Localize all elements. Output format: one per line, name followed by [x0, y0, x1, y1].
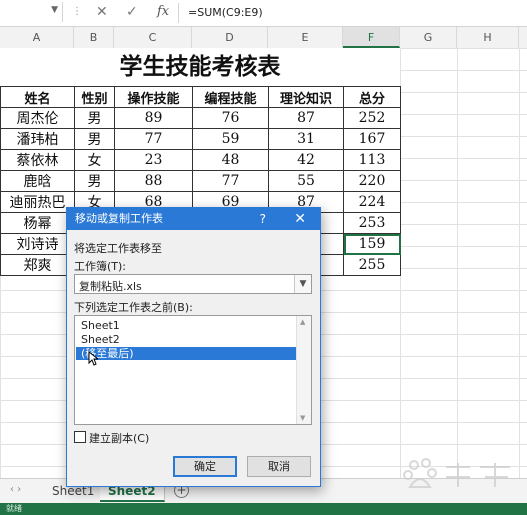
cell[interactable]: 杨幂	[0, 212, 75, 234]
column-headers: A B C D E F G H	[0, 27, 527, 49]
watermark-logo-icon	[403, 458, 510, 488]
header-cell[interactable]: 性别	[74, 86, 115, 108]
create-copy-checkbox[interactable]	[74, 431, 86, 443]
list-item-sheet2[interactable]: Sheet2	[76, 333, 301, 346]
workbook-label: 工作簿(T):	[74, 260, 127, 273]
cell[interactable]: 76	[192, 107, 269, 129]
close-icon[interactable]: ✕	[294, 208, 306, 230]
cell[interactable]: 男	[74, 107, 115, 129]
column-header-e[interactable]: E	[268, 27, 343, 48]
cancel-formula-button[interactable]: ✕	[96, 4, 108, 20]
tab-scroll-arrows[interactable]: ‹ ›	[10, 484, 21, 495]
column-header-f[interactable]: F	[343, 27, 400, 48]
cell[interactable]: 253	[343, 212, 401, 234]
cell[interactable]: 31	[268, 128, 344, 150]
workbook-select[interactable]: 复制粘贴.xls ▼	[74, 274, 312, 294]
chevron-down-icon[interactable]: ▼	[51, 5, 58, 15]
insert-function-button[interactable]: fx	[157, 4, 169, 19]
cell[interactable]: 77	[192, 170, 269, 192]
sheet-title[interactable]: 学生技能考核表	[0, 48, 400, 86]
cell[interactable]: 167	[343, 128, 401, 150]
scroll-up-icon[interactable]: ▲	[300, 318, 305, 326]
table-row: 潘玮柏 男 77 59 31 167	[0, 128, 401, 150]
table-row: 周杰伦 男 89 76 87 252	[0, 107, 401, 129]
cell[interactable]: 113	[343, 149, 401, 171]
before-sheet-label: 下列选定工作表之前(B):	[74, 301, 193, 314]
column-header-c[interactable]: C	[114, 27, 192, 48]
formula-bar: ▼ ⋮ ✕ ✓ fx =SUM(C9:E9)	[0, 0, 527, 27]
cell[interactable]: 252	[343, 107, 401, 129]
ok-button[interactable]: 确定	[173, 456, 237, 477]
cell[interactable]: 女	[74, 149, 115, 171]
header-cell[interactable]: 总分	[343, 86, 401, 108]
dialog-title-bar[interactable]: 移动或复制工作表 ? ✕	[67, 208, 320, 230]
mouse-cursor-icon	[88, 351, 98, 366]
header-cell[interactable]: 理论知识	[268, 86, 344, 108]
workbook-value: 复制粘贴.xls	[79, 280, 142, 293]
header-cell[interactable]: 姓名	[0, 86, 75, 108]
grid-line	[519, 48, 520, 478]
list-item-sheet1[interactable]: Sheet1	[76, 319, 301, 332]
dialog-title: 移动或复制工作表	[75, 212, 163, 225]
listbox-scrollbar[interactable]: ▲ ▼	[296, 316, 311, 424]
sheet-listbox[interactable]: Sheet1 Sheet2 (移至最后) ▲ ▼	[74, 315, 312, 425]
enter-formula-button[interactable]: ✓	[126, 4, 138, 20]
list-item-move-to-end[interactable]: (移至最后)	[76, 347, 301, 360]
scroll-down-icon[interactable]: ▼	[300, 414, 305, 422]
cell[interactable]: 224	[343, 191, 401, 213]
status-text: 就绪	[6, 504, 22, 513]
status-bar: 就绪	[0, 503, 527, 515]
column-header-b[interactable]: B	[74, 27, 114, 48]
column-header-h[interactable]: H	[457, 27, 519, 48]
cell[interactable]: 89	[114, 107, 193, 129]
help-button[interactable]: ?	[260, 208, 266, 230]
cell[interactable]: 87	[268, 107, 344, 129]
header-cell[interactable]: 操作技能	[114, 86, 193, 108]
header-row: 姓名 性别 操作技能 编程技能 理论知识 总分	[0, 86, 401, 108]
formula-divider	[178, 3, 179, 23]
table-row: 鹿晗 男 88 77 55 220	[0, 170, 401, 192]
cancel-button[interactable]: 取消	[247, 456, 311, 477]
formula-input[interactable]: =SUM(C9:E9)	[188, 6, 263, 19]
more-options-icon: ⋮	[72, 6, 82, 17]
table-row: 蔡依林 女 23 48 42 113	[0, 149, 401, 171]
cell[interactable]: 鹿晗	[0, 170, 75, 192]
chevron-down-icon[interactable]: ▼	[294, 275, 311, 293]
cell[interactable]: 55	[268, 170, 344, 192]
cell[interactable]: 88	[114, 170, 193, 192]
cell[interactable]: 42	[268, 149, 344, 171]
cell[interactable]: 迪丽热巴	[0, 191, 75, 213]
cell[interactable]: 潘玮柏	[0, 128, 75, 150]
cell[interactable]: 蔡依林	[0, 149, 75, 171]
move-to-label: 将选定工作表移至	[74, 242, 162, 255]
column-header-d[interactable]: D	[192, 27, 268, 48]
move-copy-dialog: 移动或复制工作表 ? ✕ 将选定工作表移至 工作簿(T): 复制粘贴.xls ▼…	[66, 207, 321, 487]
cell[interactable]: 男	[74, 170, 115, 192]
cell[interactable]: 59	[192, 128, 269, 150]
cell[interactable]: 郑爽	[0, 254, 75, 276]
cell[interactable]: 周杰伦	[0, 107, 75, 129]
column-header-g[interactable]: G	[400, 27, 457, 48]
name-box[interactable]: ▼	[0, 2, 63, 22]
column-header-a[interactable]: A	[0, 27, 74, 48]
cell[interactable]: 77	[114, 128, 193, 150]
cell[interactable]: 48	[192, 149, 269, 171]
cell[interactable]: 255	[343, 254, 401, 276]
create-copy-label[interactable]: 建立副本(C)	[89, 430, 149, 446]
header-cell[interactable]: 编程技能	[192, 86, 269, 108]
cell[interactable]: 刘诗诗	[0, 233, 75, 255]
grid-line	[457, 48, 458, 478]
cell[interactable]: 男	[74, 128, 115, 150]
active-cell[interactable]: 159	[343, 233, 401, 255]
cell[interactable]: 220	[343, 170, 401, 192]
cell[interactable]: 23	[114, 149, 193, 171]
